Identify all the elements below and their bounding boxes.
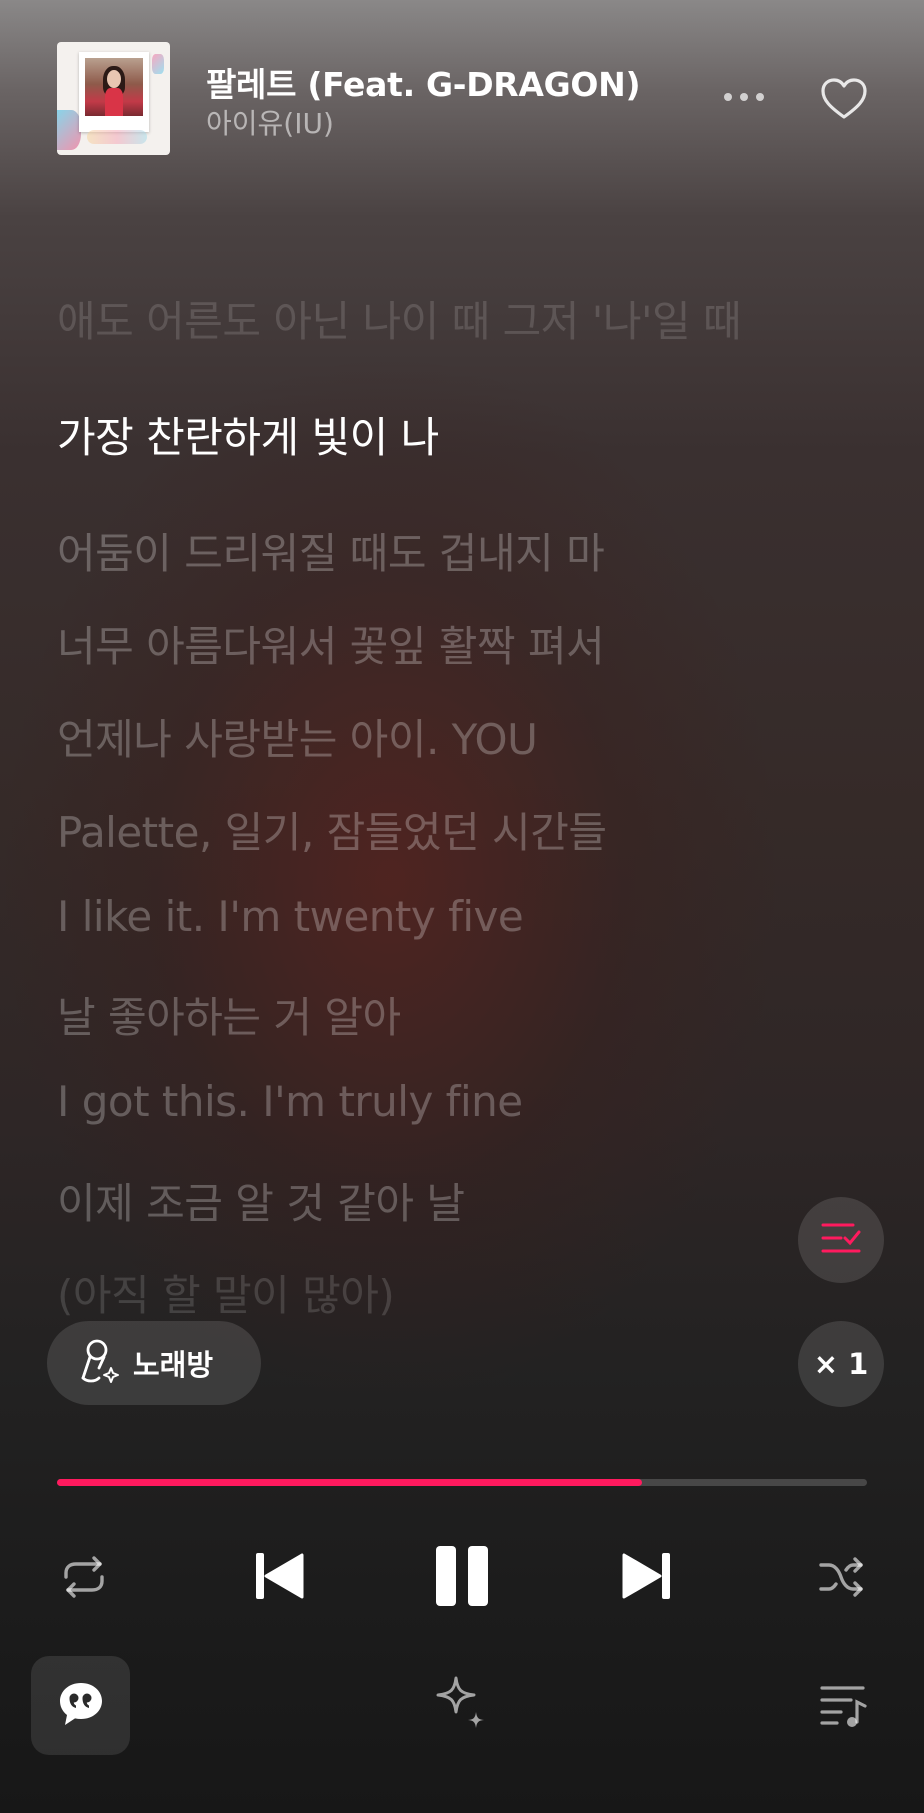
karaoke-label: 노래방 <box>133 1348 214 1382</box>
playback-speed-label: × 1 <box>813 1347 869 1381</box>
lyrics-select-button[interactable] <box>798 1197 884 1283</box>
list-check-icon <box>819 1218 863 1262</box>
repeat-icon[interactable] <box>58 1553 110 1601</box>
playback-speed-button[interactable]: × 1 <box>798 1321 884 1407</box>
lyric-line[interactable]: 너무 아름다워서 꽃잎 활짝 펴서 <box>57 613 605 674</box>
lyric-line[interactable]: 언제나 사랑받는 아이. YOU <box>57 706 538 767</box>
lyric-line[interactable]: I like it. I'm twenty five <box>57 892 524 941</box>
heart-icon[interactable] <box>816 72 872 128</box>
more-icon[interactable] <box>716 80 772 114</box>
shuffle-icon[interactable] <box>816 1553 866 1601</box>
progress-fill <box>57 1479 642 1486</box>
lyric-line[interactable]: 애도 어른도 아닌 나이 때 그저 '나'일 때 <box>57 288 742 349</box>
pause-icon[interactable] <box>432 1543 492 1609</box>
lyric-line-current[interactable]: 가장 찬란하게 빛이 나 <box>57 404 439 465</box>
karaoke-mic-icon <box>77 1338 121 1388</box>
song-title[interactable]: 팔레트 (Feat. G-DRAGON) <box>206 58 641 106</box>
quote-bubble-icon <box>56 1679 106 1733</box>
lyric-line[interactable]: (아직 할 말이 많아) <box>57 1262 395 1323</box>
skip-next-icon[interactable] <box>618 1547 674 1605</box>
playlist-music-icon[interactable] <box>818 1682 870 1728</box>
artist-name[interactable]: 아이유(IU) <box>206 102 334 142</box>
karaoke-button[interactable]: 노래방 <box>47 1321 261 1405</box>
album-art[interactable] <box>57 42 170 155</box>
lyric-line[interactable]: Palette, 일기, 잠들었던 시간들 <box>57 799 607 860</box>
lyric-line[interactable]: I got this. I'm truly fine <box>57 1077 523 1126</box>
lyric-line[interactable]: 어둠이 드리워질 때도 겁내지 마 <box>57 520 605 581</box>
lyric-line[interactable]: 날 좋아하는 거 알아 <box>57 984 401 1045</box>
progress-bar[interactable] <box>57 1479 867 1486</box>
lyric-line[interactable]: 이제 조금 알 것 같아 날 <box>57 1170 465 1231</box>
sparkle-icon[interactable] <box>430 1674 492 1736</box>
now-playing-header: 팔레트 (Feat. G-DRAGON) 아이유(IU) <box>0 0 924 160</box>
skip-previous-icon[interactable] <box>252 1547 308 1605</box>
lyrics-view-button[interactable] <box>31 1656 130 1755</box>
